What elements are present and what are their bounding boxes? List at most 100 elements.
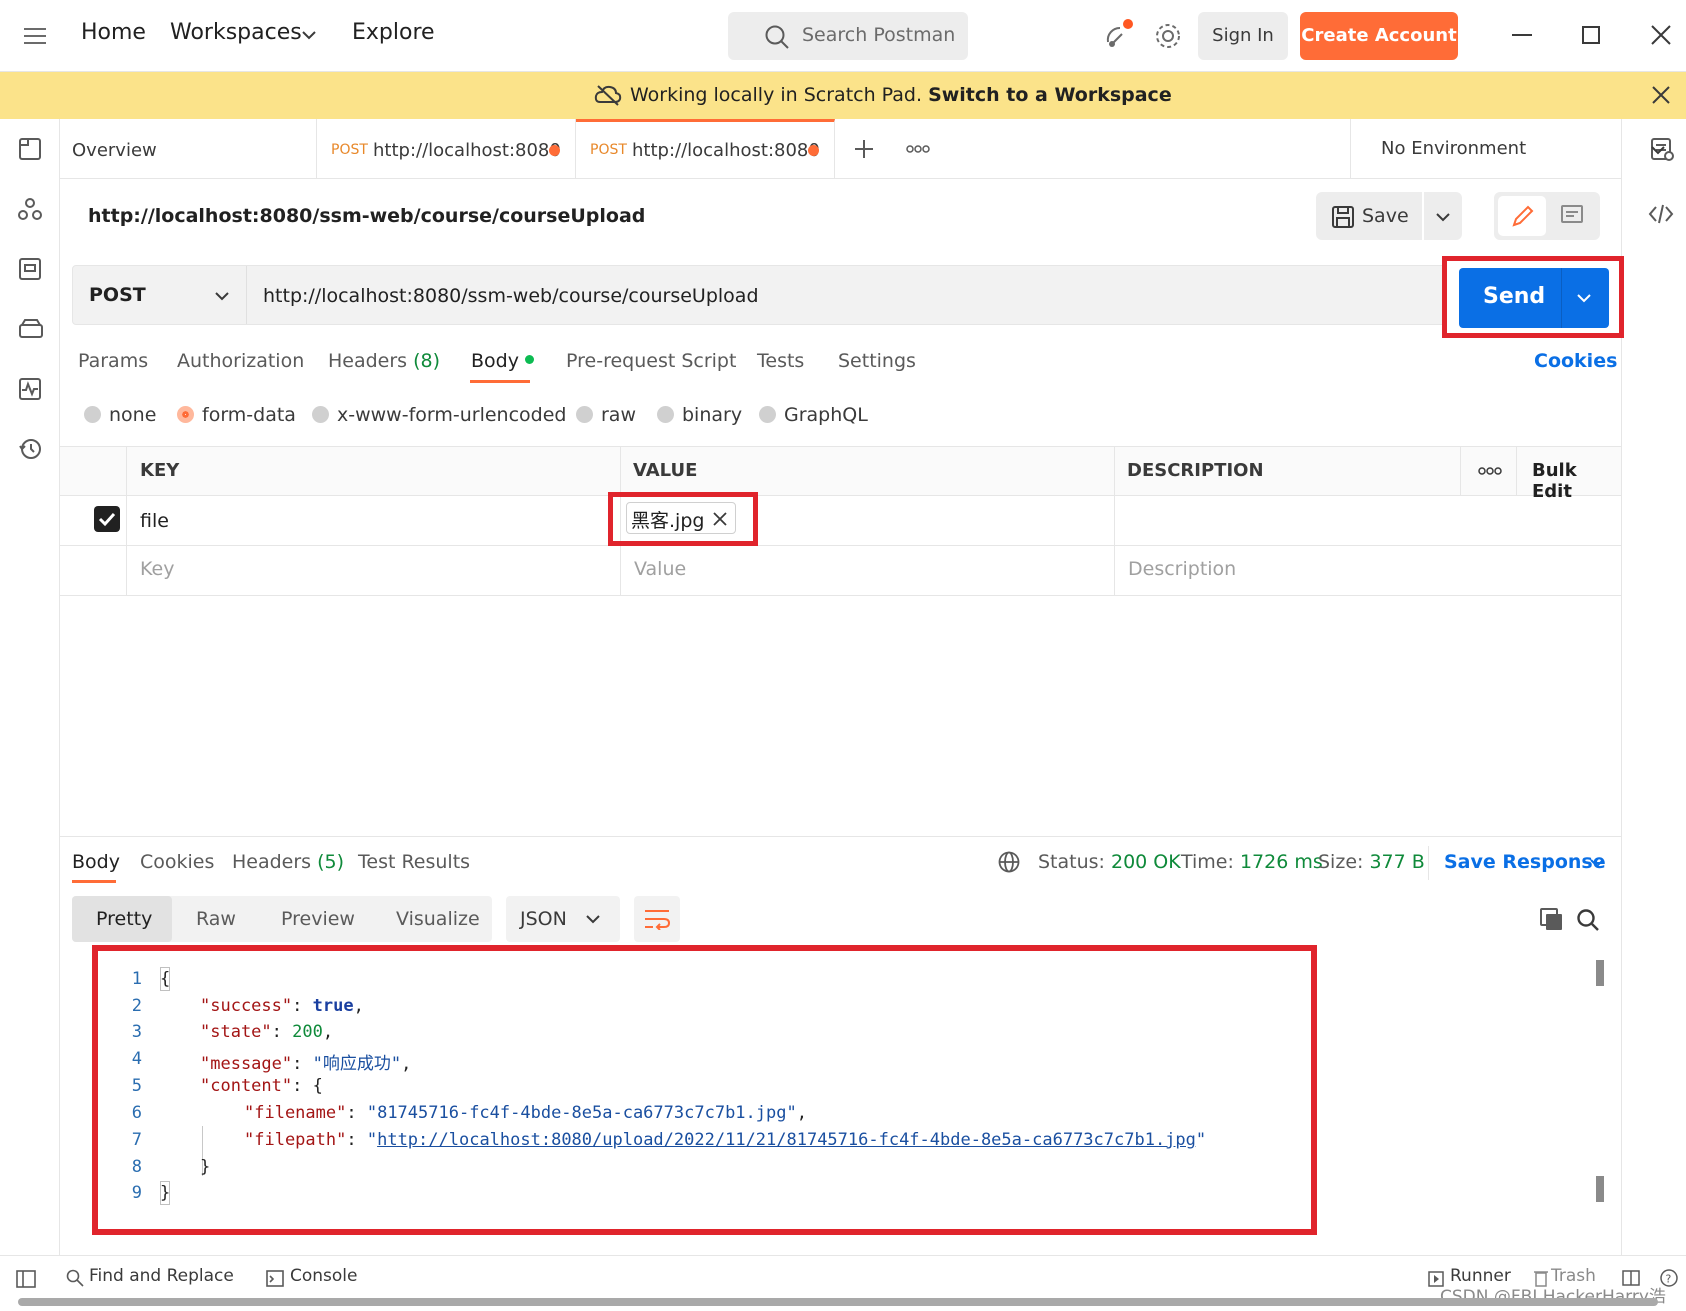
save-options-button[interactable] — [1424, 192, 1462, 240]
maximize-icon[interactable] — [1582, 26, 1600, 44]
response-size[interactable]: Size: 377 B — [1318, 851, 1425, 873]
chevron-down-icon[interactable] — [1577, 293, 1591, 303]
nav-home[interactable]: Home — [81, 20, 146, 45]
view-visualize-button[interactable]: Visualize — [396, 908, 480, 930]
tab-tests[interactable]: Tests — [757, 350, 804, 372]
horizontal-scrollbar[interactable] — [18, 1298, 1658, 1306]
tab-request-1[interactable]: POST http://localhost:8080 — [317, 119, 576, 179]
tab-body[interactable]: Body — [471, 350, 535, 372]
environments-icon[interactable] — [18, 257, 42, 281]
method-select[interactable]: POST — [73, 266, 247, 324]
chevron-down-icon[interactable] — [1590, 858, 1604, 868]
response-divider — [60, 836, 1621, 837]
scrollbar-thumb[interactable] — [1596, 960, 1604, 986]
headers-count: (8) — [413, 350, 441, 372]
apis-icon[interactable] — [18, 197, 42, 221]
radio-binary[interactable]: binary — [657, 404, 742, 426]
cloud-off-icon — [594, 84, 622, 106]
code-icon[interactable] — [1648, 203, 1674, 225]
request-tabs: Overview POST http://localhost:8080 POST… — [60, 119, 1665, 179]
wrap-lines-button[interactable] — [634, 896, 680, 942]
radio-label: x-www-form-urlencoded — [337, 404, 567, 426]
minimize-icon[interactable] — [1512, 34, 1532, 36]
console-button[interactable]: Console — [290, 1266, 358, 1286]
gear-icon[interactable] — [1154, 22, 1182, 50]
radio-none[interactable]: none — [84, 404, 156, 426]
radio-x-www-form-urlencoded[interactable]: x-www-form-urlencoded — [312, 404, 566, 426]
cookies-link[interactable]: Cookies — [1534, 350, 1617, 372]
status-label: Status: — [1038, 851, 1105, 873]
column-key: KEY — [140, 460, 180, 481]
search-input[interactable]: Search Postman — [728, 12, 968, 60]
response-tab-headers[interactable]: Headers (5) — [232, 851, 344, 873]
mock-servers-icon[interactable] — [18, 317, 44, 341]
filepath-link[interactable]: http://localhost:8080/upload/2022/11/21/… — [377, 1130, 1196, 1150]
view-pretty-button[interactable]: Pretty — [72, 896, 172, 942]
response-status[interactable]: Status: 200 OK — [1038, 851, 1181, 873]
switch-workspace-link[interactable]: Switch to a Workspace — [928, 84, 1172, 106]
environment-selector[interactable]: No Environment — [1350, 119, 1681, 179]
edit-mode-button[interactable] — [1498, 196, 1546, 236]
globe-icon[interactable] — [998, 851, 1020, 873]
tab-authorization[interactable]: Authorization — [177, 350, 304, 372]
sign-in-button[interactable]: Sign In — [1198, 12, 1288, 60]
satellite-icon[interactable] — [1102, 18, 1136, 52]
radio-form-data[interactable]: form-data — [177, 404, 296, 426]
value-placeholder[interactable]: Value — [634, 558, 686, 580]
more-options-icon[interactable] — [1478, 467, 1502, 475]
response-tab-cookies[interactable]: Cookies — [140, 851, 214, 873]
collections-icon[interactable] — [18, 137, 42, 161]
create-account-button[interactable]: Create Account — [1300, 12, 1458, 60]
comment-icon[interactable] — [1560, 204, 1584, 228]
remove-file-icon[interactable] — [713, 512, 727, 526]
tab-headers[interactable]: Headers (8) — [328, 350, 440, 372]
chevron-down-icon[interactable] — [302, 30, 316, 40]
form-data-table: KEY VALUE DESCRIPTION Bulk Edit file Key… — [60, 446, 1621, 596]
radio-circle-selected — [177, 406, 194, 423]
tab-params[interactable]: Params — [78, 350, 148, 372]
format-select[interactable]: JSON — [506, 896, 620, 942]
close-icon[interactable] — [1651, 25, 1671, 45]
send-button[interactable]: Send — [1459, 268, 1609, 328]
find-replace-button[interactable]: Find and Replace — [89, 1266, 234, 1286]
tab-headers-label: Headers — [328, 350, 408, 372]
file-chip[interactable]: 黑客.jpg — [626, 502, 736, 534]
copy-icon[interactable] — [1540, 908, 1564, 932]
nav-explore[interactable]: Explore — [352, 20, 435, 45]
close-banner-icon[interactable] — [1652, 86, 1670, 104]
row-key[interactable]: file — [140, 510, 169, 532]
response-tab-test-results[interactable]: Test Results — [358, 851, 470, 873]
plus-icon[interactable] — [854, 139, 874, 159]
history-icon[interactable] — [18, 437, 42, 461]
menu-icon[interactable] — [24, 27, 46, 45]
save-button[interactable]: Save — [1316, 192, 1422, 240]
active-tab-underline — [72, 880, 116, 883]
radio-label: binary — [682, 404, 743, 426]
row-checkbox[interactable] — [94, 506, 120, 532]
radio-graphql[interactable]: GraphQL — [759, 404, 868, 426]
chevron-down-icon — [215, 291, 229, 301]
environment-label: No Environment — [1381, 138, 1527, 159]
tab-settings[interactable]: Settings — [838, 350, 916, 372]
key-placeholder[interactable]: Key — [140, 558, 174, 580]
view-preview-button[interactable]: Preview — [281, 908, 355, 930]
tab-prerequest-script[interactable]: Pre-request Script — [566, 350, 736, 372]
url-input[interactable]: http://localhost:8080/ssm-web/course/cou… — [263, 285, 759, 307]
view-raw-button[interactable]: Raw — [196, 908, 236, 930]
sidebar-toggle-icon[interactable] — [16, 1270, 36, 1288]
request-title[interactable]: http://localhost:8080/ssm-web/course/cou… — [88, 205, 645, 227]
response-tab-body[interactable]: Body — [72, 851, 120, 873]
description-placeholder[interactable]: Description — [1128, 558, 1236, 580]
tab-url: http://localhost:8080 — [373, 140, 561, 161]
tab-request-2[interactable]: POST http://localhost:8080 — [576, 119, 835, 179]
monitors-icon[interactable] — [18, 377, 42, 401]
search-icon[interactable] — [1576, 908, 1600, 932]
nav-workspaces[interactable]: Workspaces — [170, 20, 302, 45]
more-tabs-icon[interactable] — [906, 145, 930, 153]
response-time[interactable]: Time: 1726 ms — [1181, 851, 1323, 873]
save-response-button[interactable]: Save Response — [1444, 851, 1606, 873]
radio-raw[interactable]: raw — [576, 404, 636, 426]
bulk-edit-button[interactable]: Bulk Edit — [1532, 460, 1621, 502]
scrollbar-thumb[interactable] — [1596, 1176, 1604, 1202]
tab-overview[interactable]: Overview — [60, 119, 317, 179]
